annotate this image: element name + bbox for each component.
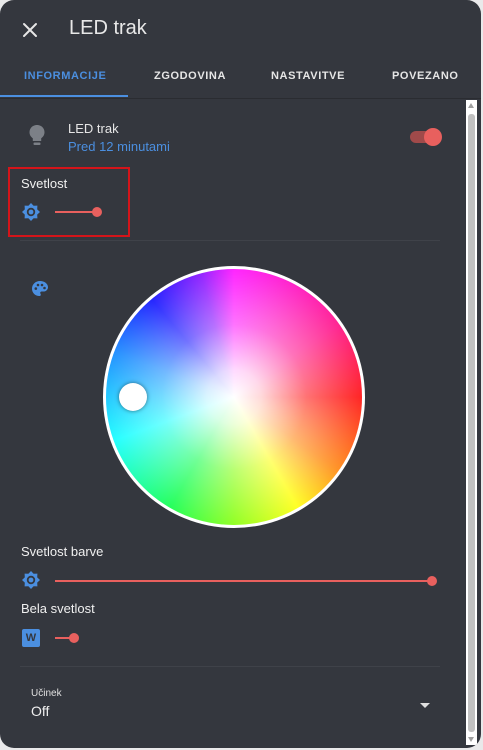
dialog-title: LED trak [69,17,147,39]
brightness-slider[interactable] [55,205,103,219]
color-brightness-slider-thumb[interactable] [427,576,437,586]
lightbulb-icon [29,125,45,145]
brightness-icon [22,203,40,221]
scroll-down-arrow[interactable] [468,737,474,742]
effect-label: Učinek [31,688,62,699]
tab-zgodovina[interactable]: ZGODOVINA [154,70,226,82]
close-icon [23,23,37,37]
white-light-slider-thumb[interactable] [69,633,79,643]
dialog-header: LED trak [0,0,481,58]
toggle-knob [424,128,442,146]
section-divider [20,240,440,241]
white-light-slider[interactable] [55,631,81,645]
more-info-dialog: LED trak INFORMACIJE ZGODOVINA NASTAVITV… [0,0,481,748]
scrollbar[interactable] [466,100,477,745]
effect-dropdown[interactable]: Učinek Off [0,680,464,730]
last-changed-time[interactable]: Pred 12 minutami [68,139,170,154]
entity-name: LED trak [68,121,119,136]
effect-value: Off [31,703,50,719]
dialog-content: LED trak Pred 12 minutami Svetlost Svetl… [0,98,464,748]
scroll-thumb[interactable] [468,114,475,732]
close-button[interactable] [14,14,46,46]
color-brightness-slider[interactable] [55,574,439,588]
color-wheel-handle[interactable] [119,383,147,411]
tab-informacije[interactable]: INFORMACIJE [24,70,106,82]
brightness-slider-thumb[interactable] [92,207,102,217]
color-brightness-icon [22,571,40,589]
tab-bar: INFORMACIJE ZGODOVINA NASTAVITVE POVEZAN… [0,58,481,99]
tab-povezano[interactable]: POVEZANO [392,70,459,82]
scroll-up-arrow[interactable] [468,103,474,108]
color-brightness-slider-track [55,580,433,582]
entity-row: LED trak Pred 12 minutami [0,98,464,168]
section-divider [20,666,440,667]
brightness-slider-track [55,211,97,213]
white-balance-icon: W [22,629,40,647]
power-toggle[interactable] [408,126,444,148]
chevron-down-icon[interactable] [420,703,430,708]
active-tab-indicator [0,95,128,97]
brightness-label: Svetlost [21,176,68,191]
white-light-label: Bela svetlost [21,601,95,616]
palette-icon [32,281,48,296]
color-brightness-label: Svetlost barve [21,544,104,559]
tab-nastavitve[interactable]: NASTAVITVE [271,70,345,82]
